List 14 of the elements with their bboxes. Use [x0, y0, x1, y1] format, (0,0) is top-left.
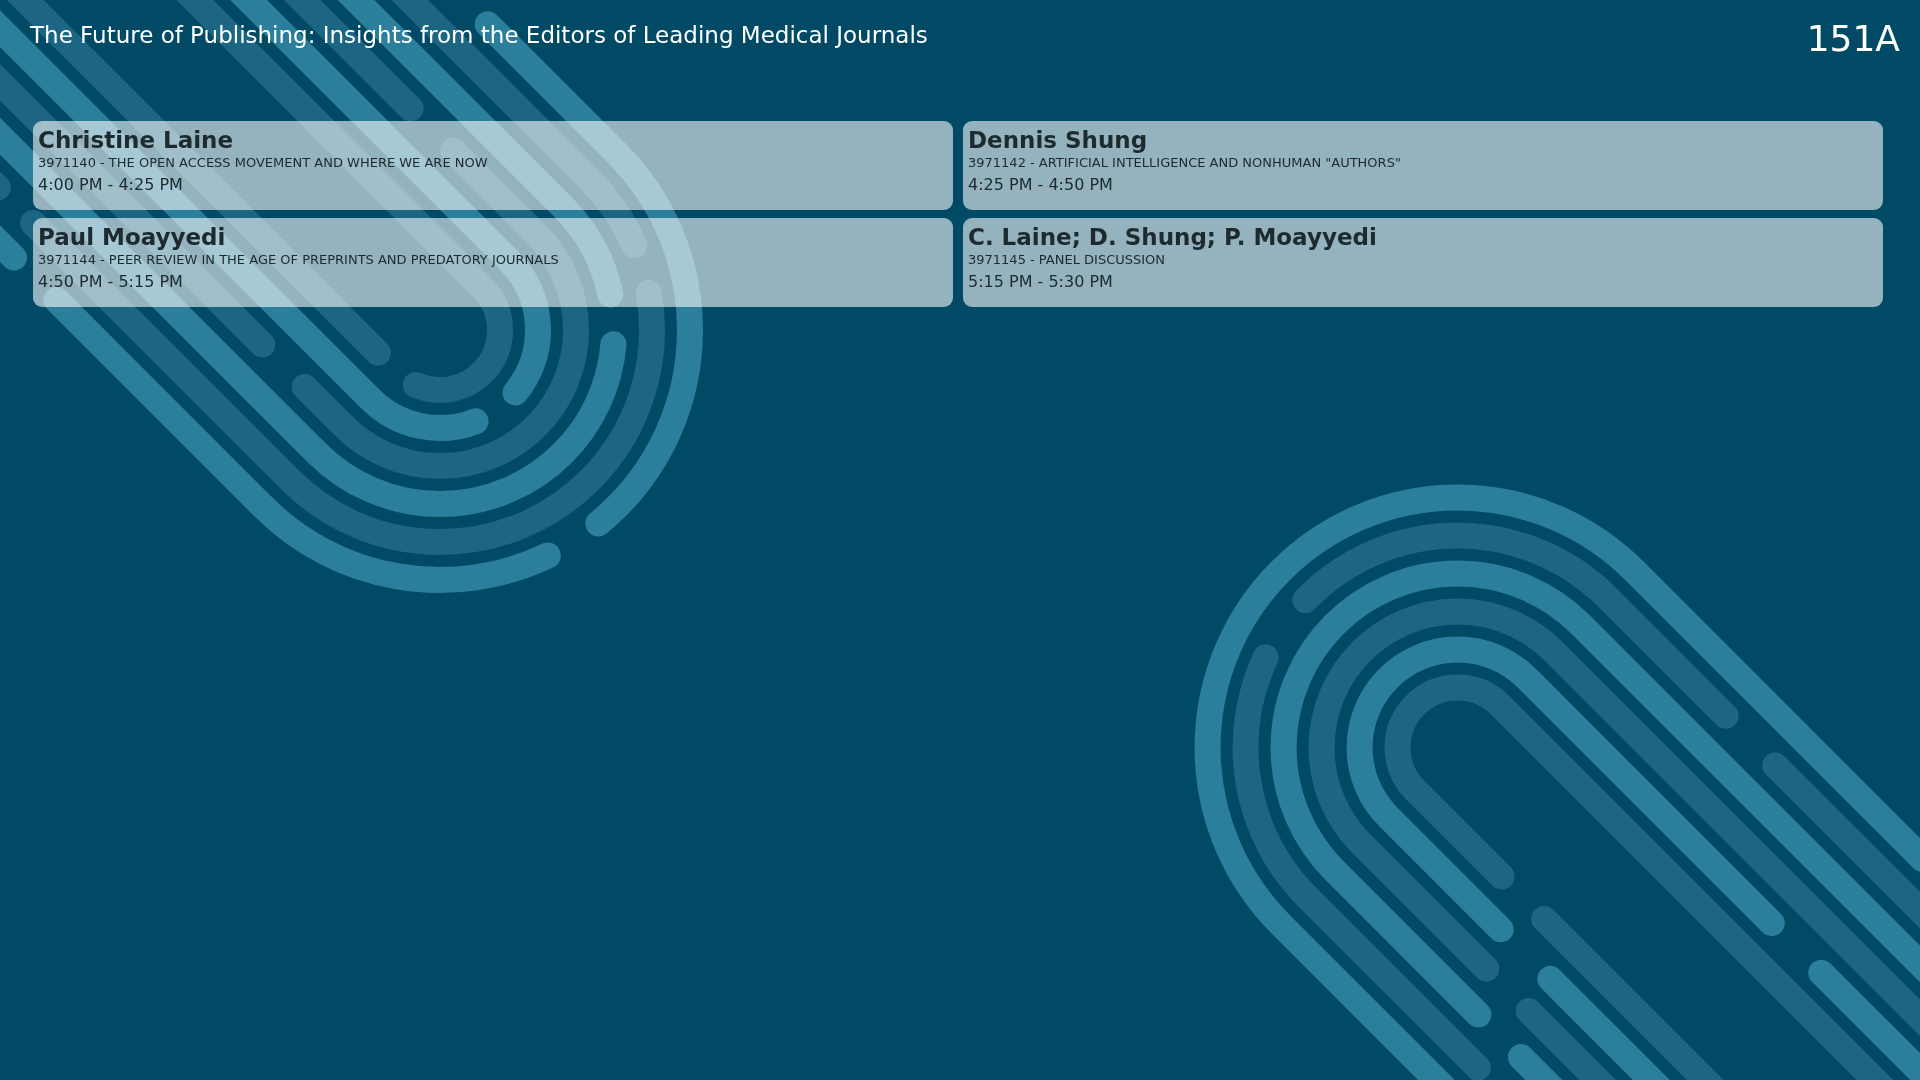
presenter-name: Paul Moayyedi [38, 223, 226, 251]
session-time: 4:00 PM - 4:25 PM [38, 174, 183, 196]
talk-title: 3971144 - PEER REVIEW IN THE AGE OF PREPRINTS AND PREDATORY JOURNALS [38, 251, 559, 269]
room-number: 151A [1806, 18, 1900, 59]
event-title: The Future of Publishing: Insights from the Editors of Leading Medical Journals [30, 22, 928, 48]
session-time: 4:25 PM - 4:50 PM [968, 174, 1113, 196]
session-time: 5:15 PM - 5:30 PM [968, 271, 1113, 293]
session-time: 4:50 PM - 5:15 PM [38, 271, 183, 293]
presenter-name: Christine Laine [38, 126, 234, 154]
talk-title: 3971145 - PANEL DISCUSSION [968, 251, 1166, 269]
talk-title: 3971142 - ARTIFICIAL INTELLIGENCE AND NONHUMAN "AUTHORS" [968, 154, 1401, 172]
talk-title: 3971140 - THE OPEN ACCESS MOVEMENT AND WHERE WE ARE NOW [38, 154, 488, 172]
presenter-name: Dennis Shung [968, 126, 1148, 154]
presenter-name: C. Laine; D. Shung; P. Moayyedi [968, 223, 1377, 251]
